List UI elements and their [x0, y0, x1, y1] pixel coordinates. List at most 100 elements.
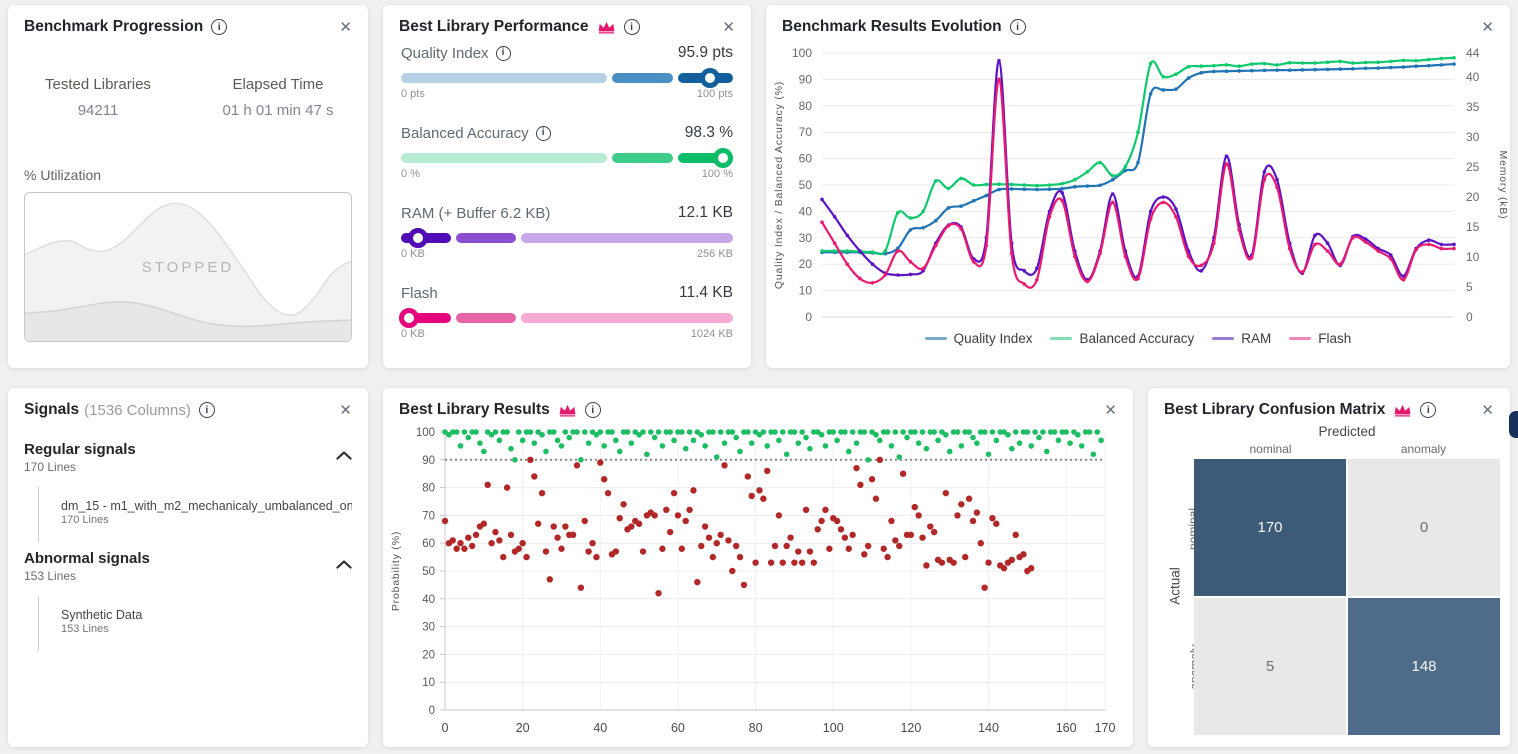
status-badge: STOPPED	[25, 259, 351, 276]
metric-value: 12.1 KB	[678, 204, 733, 222]
slider-knob[interactable]	[713, 148, 733, 168]
list-item-signal-file[interactable]: dm_15 - m1_with_m2_mechanicaly_umbalance…	[61, 499, 352, 526]
performance-metrics: Quality Index i 95.9 pts 0 pts 100 pts B…	[383, 42, 751, 340]
crown-icon	[558, 403, 577, 417]
legend-swatch	[1212, 337, 1234, 341]
slider-segment	[401, 73, 607, 83]
svg-text:20: 20	[799, 257, 813, 271]
slider-segment	[401, 153, 607, 163]
signal-file-name: dm_15 - m1_with_m2_mechanicaly_umbalance…	[61, 499, 352, 513]
slider-segment	[521, 313, 733, 323]
svg-text:35: 35	[1466, 100, 1480, 114]
svg-text:80: 80	[749, 721, 763, 735]
confusion-cell: 0	[1348, 459, 1500, 596]
slider-min-label: 0 pts	[401, 88, 425, 100]
utilization-chart-box: STOPPED	[24, 192, 352, 342]
predicted-axis-title: Predicted	[1194, 424, 1500, 439]
svg-text:60: 60	[799, 152, 813, 166]
stat-tested-libraries: Tested Libraries 94211	[8, 76, 188, 119]
chevron-up-icon[interactable]	[336, 447, 352, 465]
close-icon[interactable]: ✕	[339, 403, 352, 418]
svg-text:60: 60	[422, 538, 435, 550]
slider-knob[interactable]	[399, 308, 419, 328]
svg-text:10: 10	[422, 677, 435, 689]
info-icon[interactable]: i	[211, 19, 227, 35]
svg-text:5: 5	[1466, 280, 1473, 294]
info-icon[interactable]: i	[536, 126, 551, 141]
chart-legend: Quality Index Balanced Accuracy RAM Flas…	[766, 331, 1510, 346]
legend-item-balanced-accuracy[interactable]: Balanced Accuracy	[1050, 331, 1194, 346]
page-title-best-library-performance: Best Library Performance	[399, 18, 589, 36]
confusion-cell: 5	[1194, 598, 1346, 735]
svg-text:80: 80	[799, 99, 813, 113]
metric-balanced-accuracy: Balanced Accuracy i 98.3 % 0 % 100 %	[401, 124, 733, 180]
slider-knob[interactable]	[700, 68, 720, 88]
panel-benchmark-progression: Benchmark Progression i ✕ Tested Librari…	[8, 5, 368, 368]
close-icon[interactable]: ✕	[339, 20, 352, 35]
section-lines-count: 153 Lines	[24, 569, 150, 583]
legend-label: RAM	[1241, 331, 1271, 346]
svg-text:70: 70	[422, 510, 435, 522]
info-icon[interactable]: i	[496, 46, 511, 61]
legend-label: Balanced Accuracy	[1079, 331, 1194, 346]
svg-text:50: 50	[422, 566, 435, 578]
edge-drawer-tab[interactable]	[1509, 411, 1518, 438]
confusion-cell: 148	[1348, 598, 1500, 735]
info-icon[interactable]: i	[585, 402, 601, 418]
svg-text:30: 30	[422, 622, 435, 634]
list-item-signal-file[interactable]: Synthetic Data 153 Lines	[61, 608, 352, 635]
svg-text:20: 20	[1466, 190, 1480, 204]
page-title-benchmark-progression: Benchmark Progression	[24, 18, 203, 36]
metric-value: 98.3 %	[685, 124, 733, 142]
evolution-chart[interactable]: 0102030405060708090100051015202530354044…	[766, 41, 1510, 331]
signals-columns-count: (1536 Columns)	[84, 402, 191, 419]
legend-item-ram[interactable]: RAM	[1212, 331, 1271, 346]
actual-axis-title: Actual	[1167, 567, 1182, 605]
slider-segment	[456, 233, 516, 243]
close-icon[interactable]: ✕	[722, 20, 735, 35]
slider-knob[interactable]	[408, 228, 428, 248]
signals-tree: dm_15 - m1_with_m2_mechanicaly_umbalance…	[38, 487, 352, 542]
confusion-matrix: Predicted nominal anomaly Actual nominal…	[1148, 388, 1510, 747]
svg-text:50: 50	[799, 178, 813, 192]
slider-max-label: 100 %	[702, 168, 733, 180]
legend-item-flash[interactable]: Flash	[1289, 331, 1351, 346]
flash-slider[interactable]	[401, 313, 733, 323]
slider-min-label: 0 %	[401, 168, 420, 180]
info-icon[interactable]: i	[199, 402, 215, 418]
legend-swatch	[1289, 337, 1311, 341]
slider-segment	[456, 313, 516, 323]
svg-text:100: 100	[792, 46, 812, 60]
slider-segment	[521, 233, 733, 243]
svg-text:90: 90	[799, 72, 813, 86]
confusion-cell: 170	[1194, 459, 1346, 596]
utilization-label: % Utilization	[24, 167, 352, 183]
close-icon[interactable]: ✕	[1481, 20, 1494, 35]
svg-text:40: 40	[1466, 70, 1480, 84]
chevron-up-icon[interactable]	[336, 556, 352, 574]
stat-elapsed-time: Elapsed Time 01 h 01 min 47 s	[188, 76, 368, 119]
svg-text:30: 30	[1466, 130, 1480, 144]
svg-text:170: 170	[1095, 721, 1116, 735]
svg-text:40: 40	[422, 594, 435, 606]
slider-min-label: 0 KB	[401, 328, 425, 340]
metric-flash: Flash i 11.4 KB 0 KB 1024 KB	[401, 284, 733, 340]
legend-item-quality-index[interactable]: Quality Index	[925, 331, 1033, 346]
quality-index-slider[interactable]	[401, 73, 733, 83]
info-icon[interactable]: i	[1010, 19, 1026, 35]
signal-file-name: Synthetic Data	[61, 608, 352, 622]
results-scatter-chart[interactable]: 0102030405060708090100020406080100120140…	[383, 422, 1133, 744]
page-title-benchmark-results-evolution: Benchmark Results Evolution	[782, 18, 1002, 36]
slider-max-label: 256 KB	[697, 248, 733, 260]
slider-max-label: 100 pts	[697, 88, 733, 100]
page-title-best-library-results: Best Library Results	[399, 401, 550, 419]
metric-label: RAM (+ Buffer 6.2 KB)	[401, 205, 550, 222]
page-title-signals: Signals	[24, 401, 79, 419]
info-icon[interactable]: i	[624, 19, 640, 35]
ram-slider[interactable]	[401, 233, 733, 243]
balanced-accuracy-slider[interactable]	[401, 153, 733, 163]
svg-text:100: 100	[823, 721, 844, 735]
close-icon[interactable]: ✕	[1104, 403, 1117, 418]
benchmark-stats: Tested Libraries 94211 Elapsed Time 01 h…	[8, 76, 368, 119]
col-label-anomaly: anomaly	[1347, 442, 1500, 456]
